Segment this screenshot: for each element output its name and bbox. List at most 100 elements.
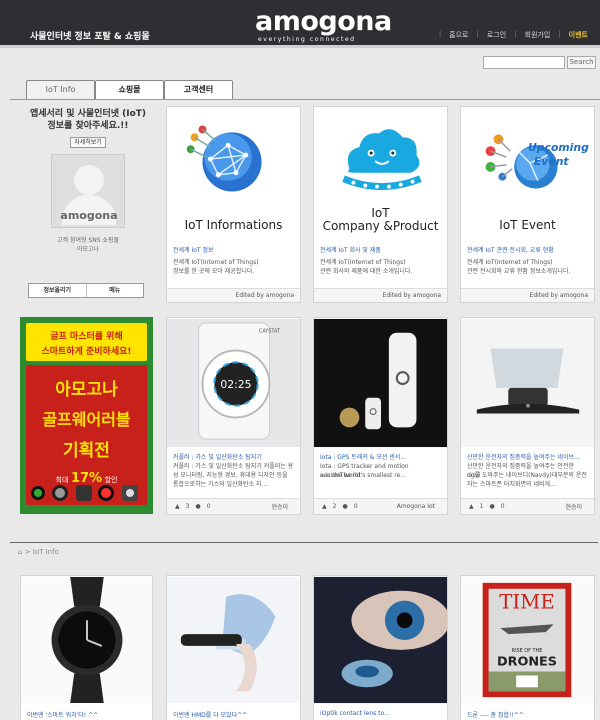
card-stats: ▲ 2 ● 0 Amogona Iot <box>314 498 447 514</box>
comment-count: 0 <box>500 503 505 510</box>
golf-promo-banner[interactable]: 골프 마스터를 위해 스마트하게 준비하세요! 아모고나 골프웨어러블 기획전 … <box>20 317 153 514</box>
profile-panel: 앱세서리 및 사물인터넷 (IoT) 정보를 찾아주세요.!! 자세히보기 am… <box>22 108 154 304</box>
card-link[interactable]: 산만한 운전자의 집중력을 높여주는 네이브... <box>467 452 588 461</box>
golf-gear-icons <box>31 485 138 501</box>
card-title-line-2: Company &Product <box>322 219 439 233</box>
card-link[interactable]: 커플러 : 가스 및 일산화탄소 탐지기 <box>173 452 294 461</box>
navdy-device-photo <box>461 318 594 448</box>
iota-tracker-photo <box>314 318 447 448</box>
cloud-devices-icon <box>342 129 422 190</box>
card-editor: Edited by amogona <box>461 288 594 302</box>
thumbs-up-icon[interactable]: ▲ <box>175 503 180 510</box>
search-button[interactable]: Search <box>567 56 596 69</box>
post-info-button[interactable]: 정보올리기 <box>29 284 86 297</box>
nav-signup[interactable]: 회원가입 <box>525 30 551 40</box>
promo-title-2: 골프웨어러블 <box>42 410 131 429</box>
breadcrumb-separator: > <box>24 548 31 556</box>
thermostat-time: 02:25 <box>220 378 251 391</box>
card-editor: Edited by amogona <box>314 288 447 302</box>
thumbs-up-icon[interactable]: ▲ <box>322 503 327 510</box>
profile-note-1: 고객 참여형 SNS 쇼핑몰 <box>57 237 119 244</box>
card-desc-3: 통합으로하는 가스와 일산화탄소 지... <box>173 481 268 488</box>
card-desc-1: 전세계 IoT(Internet of Things) <box>320 259 406 266</box>
card-desc-2: 성 모니터링, 지능형 경보, 휴대용 디자인 등을 <box>173 472 288 479</box>
profile-headline-1: 앱세서리 및 사물인터넷 (IoT) <box>29 109 147 119</box>
promo-top-line-2: 스마트하게 준비하세요! <box>41 347 132 357</box>
info-card-event[interactable]: Upcoming Event IoT Event 전세계 IoT 관련 전시회,… <box>460 106 595 303</box>
promo-title-1: 아모고나 <box>55 380 118 400</box>
product-card-gas-detector[interactable]: 02:25 CAYSTAT 커플러 : 가스 및 일산화탄소 탐지기 커플러 :… <box>166 317 301 515</box>
info-card-informations[interactable]: IoT Informations 전세계 IoT 정보 전세계 IoT(Inte… <box>166 106 301 303</box>
card-stats: ▲ 1 ● 0 현승이 <box>461 498 594 514</box>
more-details-button[interactable]: 자세히보기 <box>70 137 106 148</box>
product-card-iota[interactable]: Iota : GPS 트래커 & 모션 센서... Iota : GPS tra… <box>313 317 448 515</box>
tab-iot-info[interactable]: IoT Info <box>26 80 95 100</box>
card-title: IoT Informations <box>184 218 283 232</box>
card-link[interactable]: 이번엔 HMD를 다 모았다^^ <box>173 710 294 719</box>
card-stats: ▲ 3 ● 0 현승이 <box>167 498 300 514</box>
top-nav: | 홈으로 | 로그인 | 회원가입 | 이벤트 <box>438 30 588 40</box>
avatar-head-shape <box>74 165 104 195</box>
card-desc-1: 전세계 IoT(Internet of Things) <box>173 259 259 266</box>
thumbs-up-icon[interactable]: ▲ <box>469 503 474 510</box>
card-author[interactable]: 현승이 <box>565 502 582 511</box>
comment-count: 0 <box>206 503 211 510</box>
card-desc-3: 자는 스마트폰 터치화면의 네비게... <box>467 481 556 488</box>
upcoming-event-icon: Upcoming Event <box>485 134 589 189</box>
main-tabs: IoT Info 쇼핑몰 고객센터 <box>26 80 233 100</box>
card-link[interactable]: iOptik contact lens to... <box>320 710 441 717</box>
card-link[interactable]: Iota : GPS 트래커 & 모션 센서... <box>320 452 441 461</box>
magazine-masthead: TIME <box>499 590 554 613</box>
avatar: amogona <box>51 154 125 228</box>
like-count: 2 <box>332 503 337 510</box>
card-title: IoT Event <box>499 218 556 232</box>
comment-icon[interactable]: ● <box>342 503 347 510</box>
card-desc-1: 전세계 IoT(Internet of Things) <box>467 259 553 266</box>
breadcrumb-current[interactable]: IoT Info <box>33 548 59 556</box>
card-link[interactable]: 전세계 IoT 정보 <box>173 245 294 254</box>
card-link[interactable]: 전세계 IoT 회사 및 제품 <box>320 245 441 254</box>
magazine-headline-2: DRONES <box>497 655 557 670</box>
search-input[interactable] <box>483 56 565 69</box>
logo-wordmark: amogona <box>255 6 392 37</box>
promo-main-box: 아모고나 골프웨어러블 기획전 최대 17% 할인 <box>26 365 147 505</box>
card-desc-2: 정보를 한 곳에 모아 제공합니다. <box>173 268 255 275</box>
nav-login[interactable]: 로그인 <box>487 30 506 40</box>
card-link[interactable]: 드론 ---- 총 집합!!^^ <box>467 710 588 719</box>
tab-shopping-mall[interactable]: 쇼핑몰 <box>95 80 164 99</box>
bottom-card-smartwatch[interactable]: 이번엔 '스마트 워치'다! ^^ <box>20 575 153 720</box>
comment-icon[interactable]: ● <box>489 503 494 510</box>
home-icon[interactable]: ⌂ <box>18 548 22 556</box>
product-card-navdy[interactable]: 산만한 운전자의 집중력을 높여주는 네이브... 산만한 운전자의 집중력을 … <box>460 317 595 515</box>
bottom-card-ioptik[interactable]: iOptik contact lens to... <box>313 575 448 720</box>
info-card-company[interactable]: IoT Company &Product 전세계 IoT 회사 및 제품 전세계… <box>313 106 448 303</box>
like-count: 1 <box>479 503 484 510</box>
promo-top-line-1: 골프 마스터를 위해 <box>50 332 123 342</box>
bottom-card-hmd[interactable]: 이번엔 HMD를 다 모았다^^ <box>166 575 301 720</box>
magazine-headline-1: RISE OF THE <box>512 648 543 654</box>
svg-text:Event: Event <box>534 155 570 168</box>
profile-note-2: 아모고나 <box>76 246 100 253</box>
card-author[interactable]: Amogona Iot <box>397 503 435 510</box>
card-desc-1: 커플러 : 가스 및 일산화탄소 탐지기 커플러는 용 <box>173 463 294 470</box>
site-tagline: 사물인터넷 정보 포탈 & 쇼핑몰 <box>30 32 150 42</box>
card-desc-2: 관련 회사와 제품에 대한 소개입니다. <box>320 268 413 275</box>
card-editor: Edited by amogona <box>167 288 300 302</box>
site-logo[interactable]: amogona everything connected <box>255 6 392 44</box>
menu-button[interactable]: 메뉴 <box>85 284 144 297</box>
card-author[interactable]: 현승이 <box>271 502 288 511</box>
promo-top-box: 골프 마스터를 위해 스마트하게 준비하세요! <box>26 323 147 361</box>
globe-network-icon <box>186 125 262 192</box>
nav-event[interactable]: 이벤트 <box>569 30 588 40</box>
nav-home[interactable]: 홈으로 <box>449 30 468 40</box>
like-count: 3 <box>185 503 190 510</box>
card-link[interactable]: 이번엔 '스마트 워치'다! ^^ <box>27 710 146 719</box>
card-desc-2: 관련 전시회와 교류 현황 정보소개입니다. <box>467 268 571 275</box>
thermostat-photo: 02:25 CAYSTAT <box>167 318 300 448</box>
contact-lens-photo <box>314 576 447 704</box>
bottom-card-drones[interactable]: TIME RISE OF THE DRONES 드론 ---- 총 집합!!^^ <box>460 575 595 720</box>
card-link[interactable]: 전세계 IoT 관련 전시회, 교류 현황 <box>467 245 588 254</box>
tab-customer-center[interactable]: 고객센터 <box>164 80 233 99</box>
comment-icon[interactable]: ● <box>195 503 200 510</box>
time-magazine-cover: TIME RISE OF THE DRONES <box>461 576 594 704</box>
